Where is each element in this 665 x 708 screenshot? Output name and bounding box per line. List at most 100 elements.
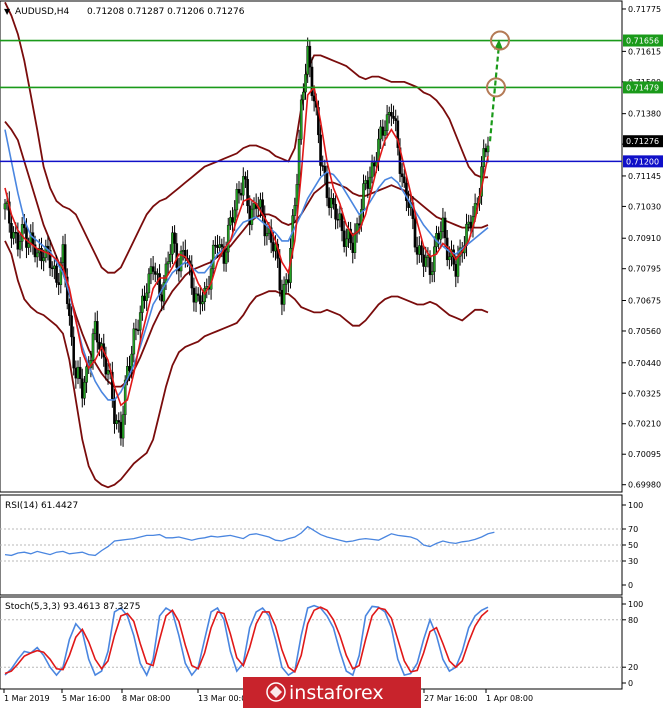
candle-body: [55, 265, 58, 283]
candle-body: [413, 218, 417, 248]
candle-body: [18, 241, 22, 250]
candle-body: [381, 126, 385, 136]
candle-body: [272, 242, 275, 252]
rsi-tick-label: 0: [628, 581, 633, 590]
candle-body: [402, 176, 406, 184]
candle-body: [16, 232, 20, 250]
price-tick-label: 0.70440: [628, 359, 661, 368]
price-tag-label: 0.71656: [626, 37, 659, 46]
candle-body: [321, 165, 325, 167]
candle-body: [456, 256, 460, 277]
candle-body: [121, 414, 125, 439]
candle-body: [141, 295, 144, 313]
candle-body: [78, 366, 82, 379]
candle-body: [181, 250, 185, 252]
candle-body: [149, 266, 153, 275]
candle-body: [312, 95, 316, 102]
candle-body: [138, 312, 142, 331]
candle-body: [284, 279, 288, 285]
candle-body: [132, 328, 136, 355]
candle-body: [299, 99, 303, 140]
candle-body: [57, 282, 60, 285]
candle-body: [96, 321, 99, 343]
candle-body: [27, 243, 30, 248]
candle-body: [61, 244, 65, 263]
candle-body: [20, 224, 24, 242]
candle-body: [443, 217, 447, 239]
candle-body: [336, 219, 340, 221]
rsi-tick-label: 50: [628, 541, 638, 550]
candle-body: [147, 273, 151, 294]
candle-body: [196, 293, 200, 296]
candle-body: [437, 233, 440, 240]
candle-body: [80, 378, 84, 399]
candle-body: [128, 366, 131, 371]
candle-body: [72, 336, 75, 369]
candle-body: [134, 328, 138, 331]
candle-body: [91, 333, 95, 361]
candle-body: [278, 258, 282, 291]
candle-body: [119, 421, 123, 439]
price-tick-label: 0.71145: [628, 172, 661, 181]
candle-body: [25, 227, 28, 248]
candle-body: [93, 321, 97, 334]
candle-body: [194, 293, 198, 303]
candle-body: [372, 162, 376, 167]
candle-body: [332, 198, 335, 205]
candle-body: [199, 295, 202, 305]
candle-body: [385, 114, 389, 131]
stoch-tick-label: 0: [628, 679, 633, 688]
candle-body: [235, 189, 239, 211]
candle-body: [482, 148, 486, 167]
candle-body: [422, 254, 425, 267]
candle-body: [173, 232, 176, 244]
candle-body: [420, 245, 423, 256]
candle-body: [151, 266, 155, 272]
candle-body: [83, 382, 86, 399]
candle-body: [387, 112, 391, 115]
candle-body: [486, 145, 490, 153]
time-tick-label: 1 Apr 08:00: [486, 694, 533, 703]
price-tick-label: 0.70325: [628, 389, 661, 398]
candle-body: [366, 180, 370, 189]
stoch-tick-label: 80: [628, 616, 638, 625]
candle-body: [390, 112, 393, 117]
candle-body: [368, 176, 372, 189]
candle-body: [104, 356, 108, 375]
candle-body: [334, 203, 337, 220]
candle-body: [74, 367, 78, 379]
candle-body: [106, 370, 110, 375]
time-tick-label: 5 Mar 16:00: [62, 694, 110, 703]
candle-body: [383, 130, 387, 136]
candle-body: [136, 329, 140, 332]
candle-body: [282, 283, 286, 305]
candle-body: [280, 289, 284, 305]
candle-body: [448, 256, 451, 261]
candle-body: [244, 176, 247, 180]
candle-body: [216, 245, 219, 248]
price-tick-label: 0.70210: [628, 420, 661, 429]
candle-body: [325, 173, 329, 199]
candle-body: [364, 180, 367, 184]
candle-body: [433, 246, 436, 272]
candle-body: [351, 242, 355, 253]
chart-menu-icon[interactable]: ▼: [4, 7, 11, 16]
candle-body: [454, 264, 458, 277]
candle-body: [241, 176, 245, 196]
price-tag-label: 0.71276: [626, 137, 659, 146]
price-tick-label: 0.70910: [628, 234, 661, 243]
candle-body: [439, 231, 443, 240]
candle-body: [85, 366, 88, 383]
candle-body: [226, 224, 230, 253]
candle-body: [115, 420, 118, 424]
candle-body: [340, 213, 344, 231]
candle-body: [164, 263, 168, 283]
candle-body: [3, 203, 7, 210]
candle-body: [42, 257, 45, 262]
candle-body: [156, 273, 159, 275]
rsi-tick-label: 70: [628, 525, 638, 534]
candle-body: [430, 271, 434, 276]
candle-body: [113, 398, 116, 424]
candle-body: [70, 315, 73, 338]
candle-body: [12, 232, 15, 239]
